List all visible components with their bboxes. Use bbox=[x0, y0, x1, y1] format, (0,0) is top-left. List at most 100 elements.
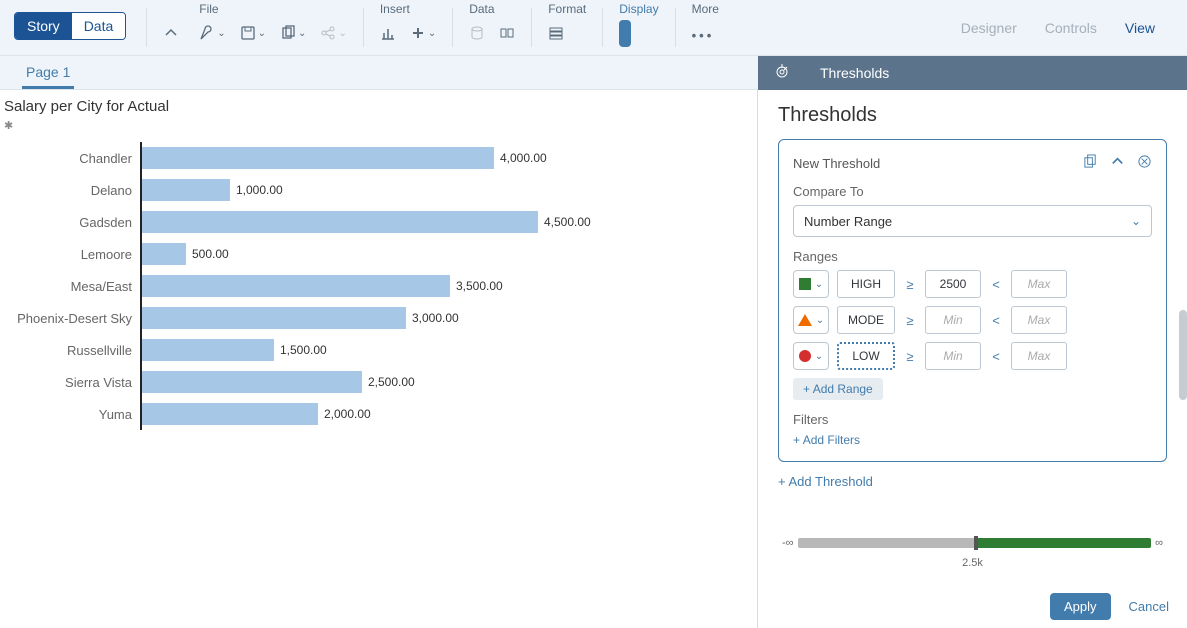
bar[interactable] bbox=[142, 403, 318, 425]
ribbon-label-format: Format bbox=[548, 0, 586, 16]
chevron-up-icon[interactable] bbox=[163, 25, 179, 41]
chart-row: Yuma2,000.00 bbox=[0, 398, 757, 430]
chart-icon[interactable] bbox=[380, 25, 396, 41]
view-link[interactable]: View bbox=[1125, 20, 1155, 36]
chart-row: Mesa/East 3,500.00 bbox=[0, 270, 757, 302]
gte-operator: ≥ bbox=[903, 349, 917, 364]
datasource-icon[interactable] bbox=[469, 25, 485, 41]
y-axis-label: Mesa/East bbox=[0, 279, 140, 294]
copy-icon[interactable]: ⌄ bbox=[280, 25, 306, 41]
range-color-picker[interactable]: ⌄ bbox=[793, 342, 829, 370]
neg-infinity-label: -∞ bbox=[778, 537, 798, 549]
save-icon[interactable]: ⌄ bbox=[240, 25, 266, 41]
slider-tick-label: 2.5k bbox=[778, 557, 1167, 569]
lt-operator: < bbox=[989, 277, 1003, 292]
chart-row: Sierra Vista2,500.00 bbox=[0, 366, 757, 398]
right-links: Designer Controls View bbox=[961, 0, 1187, 55]
value-label: 1,000.00 bbox=[230, 183, 283, 197]
range-color-picker[interactable]: ⌄ bbox=[793, 270, 829, 298]
add-filters-button[interactable]: + Add Filters bbox=[793, 433, 1152, 447]
cancel-button[interactable]: Cancel bbox=[1129, 599, 1169, 614]
ribbon-label-more: More bbox=[692, 0, 719, 16]
range-name-input[interactable]: MODE bbox=[837, 306, 895, 334]
filters-label: Filters bbox=[793, 412, 1152, 427]
value-label: 1,500.00 bbox=[274, 343, 327, 357]
target-icon bbox=[774, 64, 790, 83]
value-label: 4,500.00 bbox=[538, 215, 591, 229]
mode-toggle: Story Data bbox=[14, 12, 126, 40]
more-icon[interactable]: ••• bbox=[692, 24, 715, 43]
apply-button[interactable]: Apply bbox=[1050, 593, 1111, 620]
range-max-input[interactable]: Max bbox=[1011, 342, 1067, 370]
value-label: 3,000.00 bbox=[406, 311, 459, 325]
link-dimension-icon[interactable] bbox=[499, 25, 515, 41]
chart-settings-icon[interactable]: ✱ bbox=[0, 119, 757, 132]
ribbon-group-collapse bbox=[153, 0, 189, 55]
designer-link[interactable]: Designer bbox=[961, 20, 1017, 36]
value-label: 500.00 bbox=[186, 247, 229, 261]
slider-handle[interactable] bbox=[974, 536, 978, 550]
mode-story-button[interactable]: Story bbox=[15, 13, 72, 39]
cond-format-icon[interactable] bbox=[548, 25, 564, 41]
range-min-input[interactable]: 2500 bbox=[925, 270, 981, 298]
compare-to-select[interactable]: Number Range ⌄ bbox=[793, 205, 1152, 237]
duplicate-icon[interactable] bbox=[1083, 154, 1098, 172]
wrench-icon[interactable]: ⌄ bbox=[199, 25, 225, 41]
range-max-input[interactable]: Max bbox=[1011, 270, 1067, 298]
bar[interactable] bbox=[142, 211, 538, 233]
lt-operator: < bbox=[989, 313, 1003, 328]
bar[interactable] bbox=[142, 275, 450, 297]
mode-data-button[interactable]: Data bbox=[72, 13, 126, 39]
chart-row: Gadsden4,500.00 bbox=[0, 206, 757, 238]
range-max-input[interactable]: Max bbox=[1011, 306, 1067, 334]
chart-row: Lemoore 500.00 bbox=[0, 238, 757, 270]
panel-header-title: Thresholds bbox=[820, 65, 889, 81]
range-min-input[interactable]: Min bbox=[925, 342, 981, 370]
scrollbar[interactable] bbox=[1179, 310, 1187, 400]
add-threshold-button[interactable]: + Add Threshold bbox=[778, 474, 1167, 489]
close-icon[interactable] bbox=[1137, 154, 1152, 172]
controls-link[interactable]: Controls bbox=[1045, 20, 1097, 36]
ranges-label: Ranges bbox=[793, 249, 1152, 264]
chart-title: Salary per City for Actual bbox=[0, 90, 757, 119]
range-color-picker[interactable]: ⌄ bbox=[793, 306, 829, 334]
y-axis-label: Yuma bbox=[0, 407, 140, 422]
share-icon[interactable]: ⌄ bbox=[320, 25, 346, 41]
lt-operator: < bbox=[989, 349, 1003, 364]
comment-icon[interactable] bbox=[619, 20, 631, 47]
bar[interactable] bbox=[142, 371, 362, 393]
threshold-name: New Threshold bbox=[793, 156, 1071, 171]
bar[interactable] bbox=[142, 243, 186, 265]
bar[interactable] bbox=[142, 339, 274, 361]
range-min-input[interactable]: Min bbox=[925, 306, 981, 334]
gte-operator: ≥ bbox=[903, 313, 917, 328]
panel-header: Thresholds bbox=[758, 56, 1187, 90]
y-axis-label: Sierra Vista bbox=[0, 375, 140, 390]
ribbon-group-file: File ⌄ ⌄ ⌄ ⌄ bbox=[189, 0, 357, 55]
panel-title: Thresholds bbox=[778, 104, 1167, 127]
range-name-input[interactable]: LOW bbox=[837, 342, 895, 370]
collapse-icon[interactable] bbox=[1110, 154, 1125, 172]
ribbon-group-display: Display bbox=[609, 0, 668, 55]
chart-canvas: Salary per City for Actual ✱ Chandler4,0… bbox=[0, 90, 757, 628]
ribbon-label-display: Display bbox=[619, 0, 658, 16]
value-label: 3,500.00 bbox=[450, 279, 503, 293]
bar[interactable] bbox=[142, 179, 230, 201]
top-ribbon: Story Data File ⌄ ⌄ ⌄ ⌄ Insert ⌄ Data bbox=[0, 0, 1187, 56]
threshold-preview-slider: -∞ ∞ 2.5k bbox=[758, 523, 1187, 583]
add-range-button[interactable]: + Add Range bbox=[793, 378, 883, 400]
compare-to-label: Compare To bbox=[793, 184, 1152, 199]
ribbon-group-data: Data bbox=[459, 0, 525, 55]
bar[interactable] bbox=[142, 147, 494, 169]
threshold-card: New Threshold Compare To Number Range ⌄ … bbox=[778, 139, 1167, 462]
page-tab-1[interactable]: Page 1 bbox=[22, 58, 74, 89]
range-row: ⌄ MODE ≥ Min < Max bbox=[793, 306, 1152, 334]
ribbon-group-format: Format bbox=[538, 0, 596, 55]
range-name-input[interactable]: HIGH bbox=[837, 270, 895, 298]
chart-row: Chandler4,000.00 bbox=[0, 142, 757, 174]
bar[interactable] bbox=[142, 307, 406, 329]
add-icon[interactable]: ⌄ bbox=[410, 25, 436, 41]
ribbon-group-more: More ••• bbox=[682, 0, 729, 55]
y-axis-label: Phoenix-Desert Sky bbox=[0, 311, 140, 326]
y-axis-label: Lemoore bbox=[0, 247, 140, 262]
